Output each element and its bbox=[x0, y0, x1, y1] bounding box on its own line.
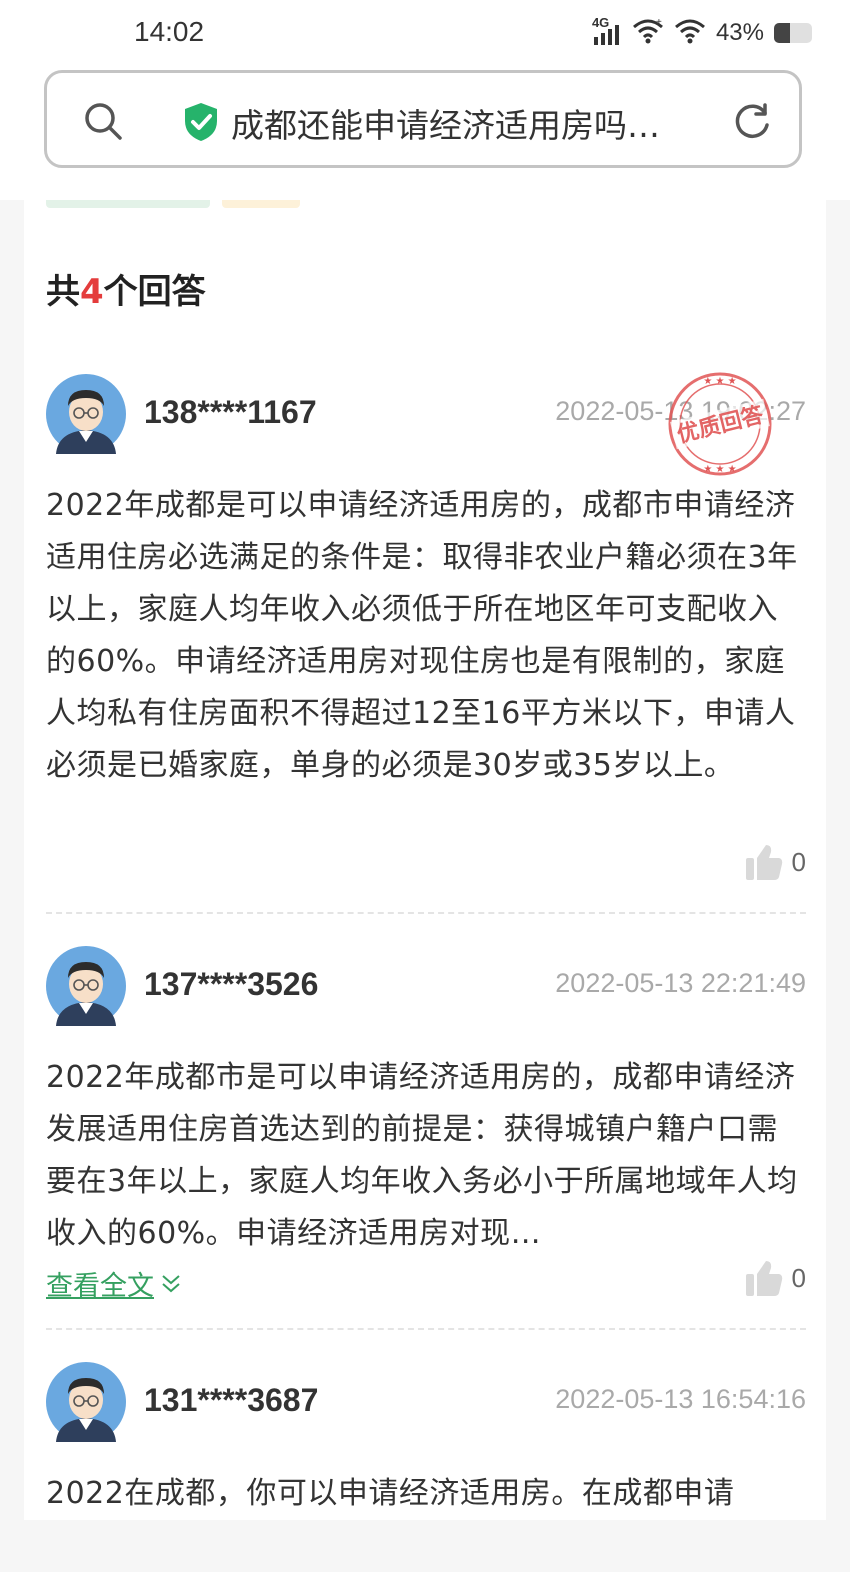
status-time: 14:02 bbox=[134, 16, 205, 47]
wifi-icon bbox=[674, 17, 706, 49]
like-count: 0 bbox=[791, 1262, 806, 1293]
divider bbox=[46, 912, 806, 914]
status-bar: 14:02 4G + 43% bbox=[0, 0, 850, 62]
network-type-label: 4G bbox=[591, 15, 610, 30]
avatar[interactable] bbox=[46, 374, 126, 454]
search-query[interactable]: 成都还能申请经济适用房吗… bbox=[231, 99, 721, 147]
username[interactable]: 137****3526 bbox=[144, 966, 318, 1003]
thumbs-up-icon[interactable] bbox=[744, 1258, 784, 1298]
answer-date: 2022-05-13 16:54:16 bbox=[555, 1384, 806, 1414]
view-full-text-label[interactable]: 查看全文 bbox=[46, 1264, 154, 1303]
answer-text: 2022年成都是可以申请经济适用房的，成都市申请经济适用住房必选满足的条件是：取… bbox=[46, 488, 798, 783]
tag-yellow bbox=[222, 200, 300, 208]
search-header: 成都还能申请经济适用房吗… bbox=[0, 62, 850, 200]
quality-answer-stamp: ★ ★ ★ ★ ★ ★ 优质回答 bbox=[668, 372, 772, 476]
username[interactable]: 131****3687 bbox=[144, 1382, 318, 1419]
like-count: 0 bbox=[791, 846, 806, 877]
svg-text:+: + bbox=[656, 17, 662, 28]
status-icons: 4G + 43% bbox=[592, 15, 812, 50]
avatar[interactable] bbox=[46, 1362, 126, 1442]
battery-icon bbox=[774, 23, 812, 43]
refresh-icon[interactable] bbox=[731, 101, 773, 143]
tag-green bbox=[46, 200, 210, 208]
double-chevron-down-icon[interactable] bbox=[160, 1272, 182, 1296]
battery-percent: 43% bbox=[715, 19, 764, 46]
svg-text:优质回答: 优质回答 bbox=[674, 401, 767, 448]
divider bbox=[46, 1328, 806, 1330]
answer-text: 2022在成都，你可以申请经济适用房。在成都申请 bbox=[46, 1476, 735, 1511]
answer-text: 2022年成都市是可以申请经济适用房的，成都申请经济发展适用住房首选达到的前提是… bbox=[46, 1060, 798, 1251]
like-button[interactable]: 0 bbox=[744, 842, 806, 882]
svg-text:★ ★ ★: ★ ★ ★ bbox=[703, 376, 736, 387]
wifi-plus-icon: + bbox=[632, 17, 664, 49]
like-button[interactable]: 0 bbox=[744, 1258, 806, 1298]
username[interactable]: 138****1167 bbox=[144, 394, 317, 431]
view-full-text-link[interactable]: 查看全文 bbox=[46, 1264, 182, 1303]
shield-check-icon bbox=[185, 103, 217, 141]
avatar[interactable] bbox=[46, 946, 126, 1026]
answers-count-title: 共4个回答 bbox=[46, 272, 206, 312]
thumbs-up-icon[interactable] bbox=[744, 842, 784, 882]
answer-date: 2022-05-13 22:21:49 bbox=[555, 968, 806, 998]
search-box[interactable]: 成都还能申请经济适用房吗… bbox=[44, 70, 802, 168]
answers-card: 共4个回答 138****1167 2022-05-13 19:02:27 ★ … bbox=[24, 200, 826, 1520]
svg-text:★ ★ ★: ★ ★ ★ bbox=[703, 464, 736, 475]
search-icon[interactable] bbox=[83, 101, 123, 141]
cellular-signal-icon: 4G bbox=[592, 15, 622, 45]
answers-count: 4 bbox=[80, 272, 104, 312]
